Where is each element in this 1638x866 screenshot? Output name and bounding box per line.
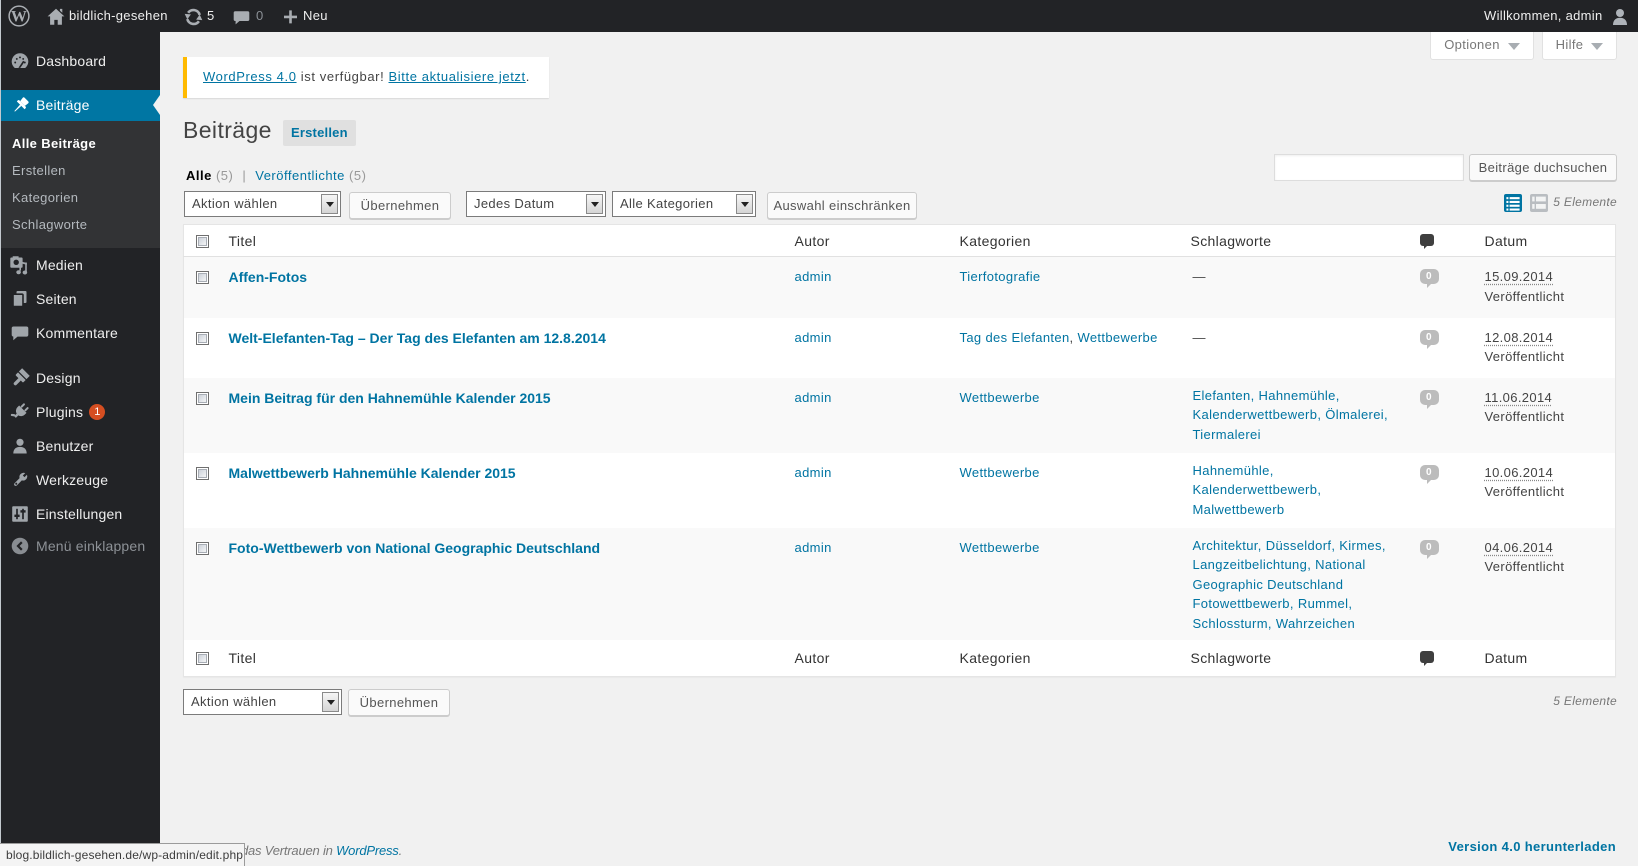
svg-text:W: W — [11, 9, 27, 26]
